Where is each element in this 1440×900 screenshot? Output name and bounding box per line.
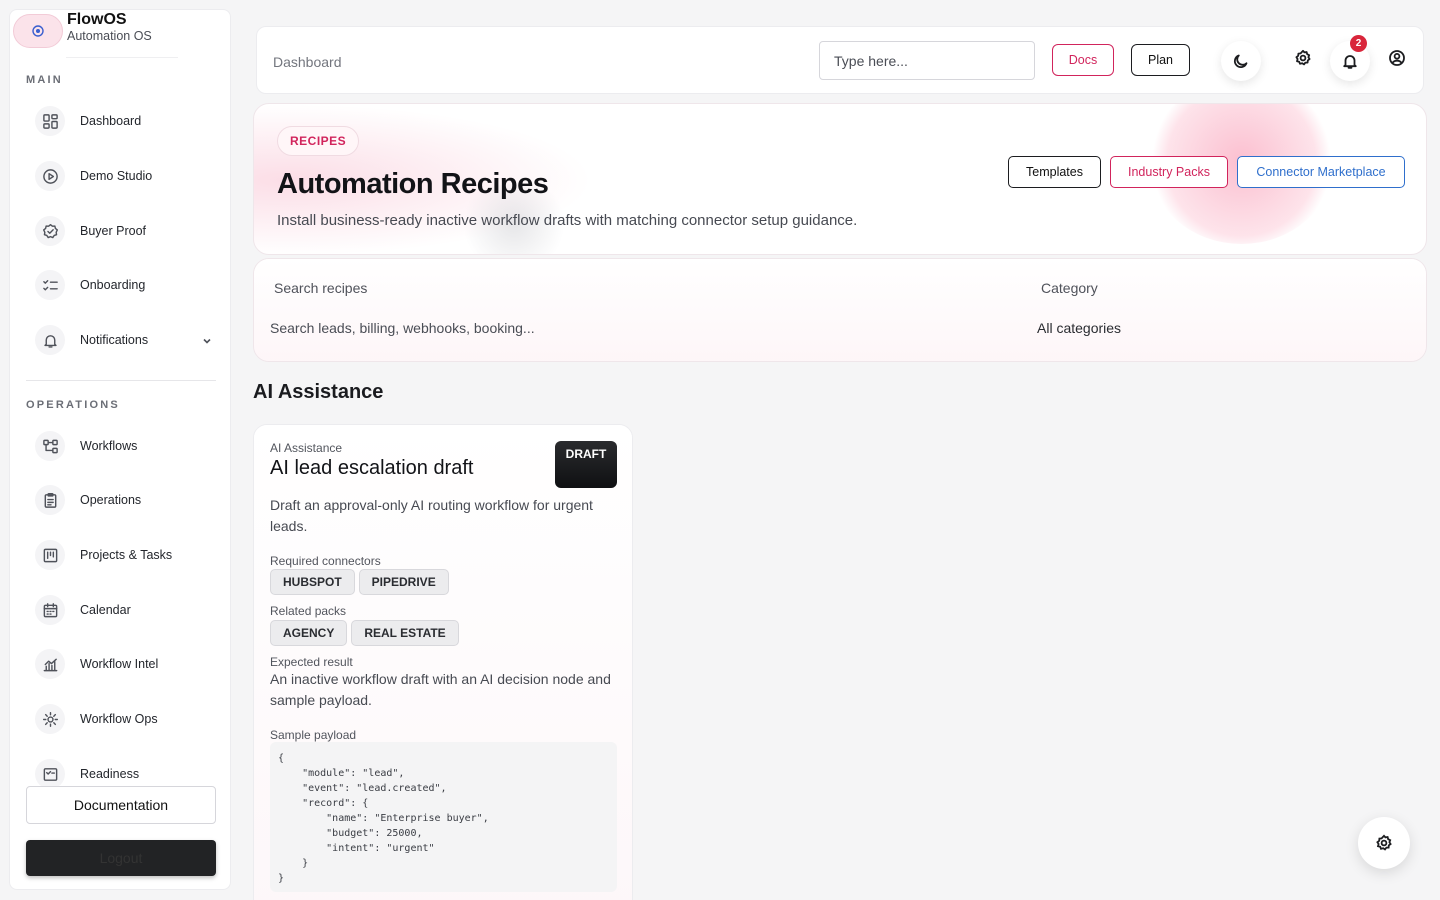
sidebar-item-onboarding[interactable]: Onboarding [26, 266, 216, 304]
brand-name: FlowOS [67, 11, 127, 28]
sidebar-item-label: Operations [80, 493, 142, 507]
checklist-icon [35, 270, 65, 300]
badge-check-icon [35, 216, 65, 246]
filters-panel: Search recipes Search leads, billing, we… [253, 258, 1427, 362]
sidebar-item-label: Buyer Proof [80, 224, 147, 238]
sample-payload: { "module": "lead", "event": "lead.creat… [270, 742, 617, 892]
industry-packs-button[interactable]: Industry Packs [1110, 156, 1228, 188]
documentation-button[interactable]: Documentation [26, 786, 216, 824]
sidebar-item-buyer-proof[interactable]: Buyer Proof [26, 212, 216, 250]
search-recipes-input[interactable]: Search leads, billing, webhooks, booking… [270, 320, 1010, 336]
templates-button[interactable]: Templates [1008, 156, 1101, 188]
sidebar-item-label: Dashboard [80, 114, 142, 128]
sidebar-item-label: Onboarding [80, 278, 146, 292]
play-icon [35, 161, 65, 191]
chevron-down-icon[interactable] [202, 333, 212, 344]
pack-chips: AGENCY REAL ESTATE [270, 620, 459, 646]
status-badge: DRAFT [555, 441, 617, 488]
top-bar: Dashboard Type here... Docs Plan 2 [256, 26, 1424, 94]
connector-chip: HUBSPOT [270, 569, 355, 595]
brand[interactable]: FlowOS Automation OS [10, 10, 230, 60]
section-label-main: MAIN [26, 74, 63, 86]
pack-chip: AGENCY [270, 620, 348, 646]
payload-label: Sample payload [270, 728, 357, 742]
connectors-label: Required connectors [270, 554, 381, 568]
kanban-icon [35, 540, 65, 570]
sidebar-item-label: Workflow Intel [80, 657, 159, 671]
card-title: AI lead escalation draft [270, 457, 474, 479]
sidebar-item-notifications[interactable]: Notifications [26, 321, 216, 359]
category-select[interactable]: All categories [1037, 320, 1397, 336]
connector-chip: PIPEDRIVE [358, 569, 449, 595]
brand-subtitle: Automation OS [67, 29, 152, 43]
sidebar-item-projects-tasks[interactable]: Projects & Tasks [26, 536, 216, 574]
notification-count-badge: 2 [1350, 35, 1367, 52]
notifications-button[interactable]: 2 [1330, 35, 1370, 81]
result-label: Expected result [270, 655, 353, 669]
account-button[interactable] [1377, 38, 1417, 78]
calendar-icon [35, 595, 65, 625]
settings-button[interactable] [1283, 38, 1323, 78]
breadcrumb[interactable]: Dashboard [273, 54, 342, 70]
expected-result: An inactive workflow draft with an AI de… [270, 671, 611, 708]
clipboard-icon [35, 485, 65, 515]
brand-logo-icon [13, 14, 63, 48]
packs-label: Related packs [270, 604, 347, 618]
page-subtitle: Install business-ready inactive workflow… [277, 212, 858, 229]
sidebar-item-workflows[interactable]: Workflows [26, 427, 216, 465]
sidebar-item-label: Workflow Ops [80, 712, 158, 726]
sidebar-item-label: Readiness [80, 767, 140, 781]
user-icon [1389, 50, 1405, 66]
gear-icon [1295, 49, 1311, 66]
gear-icon [1376, 834, 1392, 851]
plan-button[interactable]: Plan [1131, 44, 1190, 76]
card-description: Draft an approval-only AI routing workfl… [270, 497, 593, 534]
bell-icon [1343, 55, 1357, 69]
sidebar-item-operations[interactable]: Operations [26, 481, 216, 519]
section-label-operations: OPERATIONS [26, 399, 120, 411]
search-recipes-label: Search recipes [274, 280, 368, 296]
workflow-icon [35, 431, 65, 461]
theme-toggle-button[interactable] [1221, 41, 1261, 81]
chart-icon [35, 649, 65, 679]
search-input[interactable]: Type here... [819, 41, 1035, 80]
sidebar-item-demo-studio[interactable]: Demo Studio [26, 157, 216, 195]
sidebar-divider [26, 380, 216, 381]
card-category: AI Assistance [270, 441, 343, 455]
sidebar-item-calendar[interactable]: Calendar [26, 591, 216, 629]
sidebar-item-label: Workflows [80, 439, 138, 453]
filters-background [254, 259, 1426, 361]
sidebar-item-workflow-ops[interactable]: Workflow Ops [26, 700, 216, 738]
sidebar-item-label: Calendar [80, 603, 131, 617]
sidebar-item-dashboard[interactable]: Dashboard [26, 102, 216, 140]
pack-chip: REAL ESTATE [351, 620, 459, 646]
bell-icon [35, 325, 65, 355]
page-title: Automation Recipes [277, 168, 549, 200]
gear-icon [35, 704, 65, 734]
sidebar-item-label: Demo Studio [80, 169, 153, 183]
moon-icon [1234, 54, 1248, 68]
connector-chips: HUBSPOT PIPEDRIVE [270, 569, 449, 595]
connector-marketplace-button[interactable]: Connector Marketplace [1237, 156, 1405, 188]
checklist-icon [35, 759, 65, 789]
sidebar: FlowOS Automation OS MAIN Dashboard Demo… [9, 9, 231, 890]
sidebar-item-workflow-intel[interactable]: Workflow Intel [26, 645, 216, 683]
settings-fab[interactable] [1358, 817, 1410, 869]
sidebar-item-label: Notifications [80, 333, 149, 347]
recipes-pill: RECIPES [277, 126, 360, 156]
logout-button[interactable]: Logout [26, 840, 216, 876]
section-title: AI Assistance [253, 381, 384, 403]
brand-divider [66, 57, 178, 58]
sidebar-item-label: Projects & Tasks [80, 548, 173, 562]
recipe-card[interactable]: AI Assistance AI lead escalation draft D… [253, 424, 633, 900]
category-label: Category [1041, 280, 1098, 296]
docs-button[interactable]: Docs [1052, 44, 1114, 76]
dashboard-icon [35, 106, 65, 136]
hero-panel: RECIPES Automation Recipes Install busin… [253, 103, 1427, 255]
